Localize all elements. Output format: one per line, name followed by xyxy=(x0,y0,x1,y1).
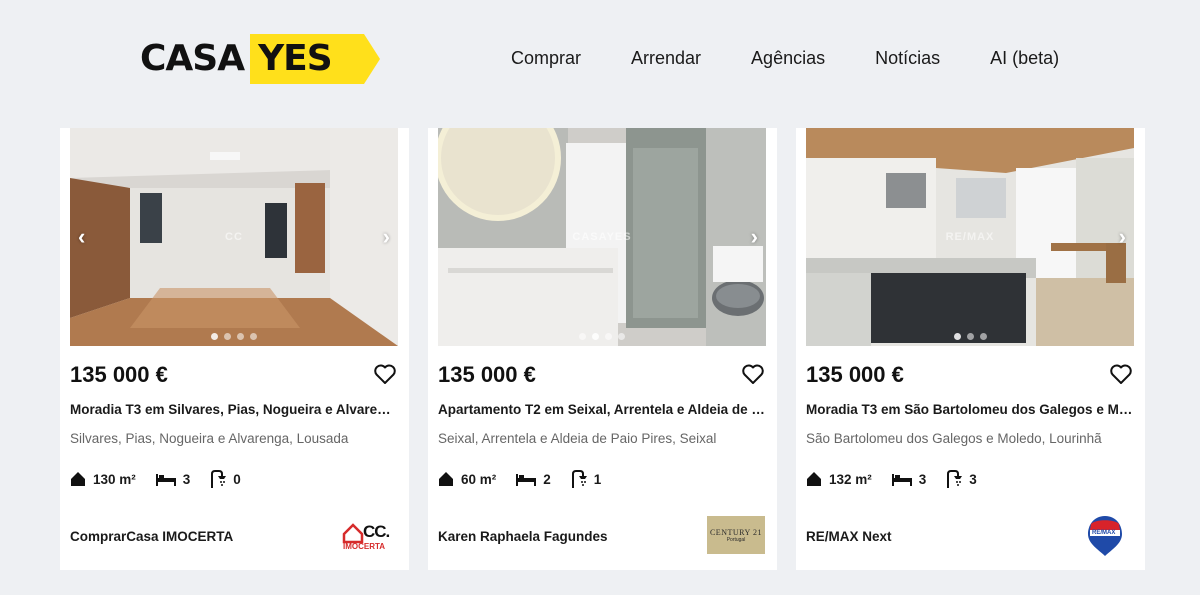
carousel-dot[interactable] xyxy=(592,333,599,340)
area-value: 132 m² xyxy=(829,471,872,487)
nav-noticias[interactable]: Notícias xyxy=(875,48,940,69)
listing-title[interactable]: Moradia T3 em São Bartolomeu dos Galegos… xyxy=(806,402,1134,417)
remax-balloon-icon xyxy=(1088,516,1122,556)
carousel-dot[interactable] xyxy=(618,333,625,340)
nav-arrendar[interactable]: Arrendar xyxy=(631,48,701,69)
listing-features: 130 m² 3 0 xyxy=(70,470,261,488)
agency-logo-main: CC. xyxy=(363,522,390,541)
feature-bathrooms: 1 xyxy=(571,470,602,488)
nav-comprar[interactable]: Comprar xyxy=(511,48,581,69)
chevron-left-icon[interactable]: ‹ xyxy=(78,224,85,250)
heart-icon[interactable] xyxy=(373,362,397,386)
carousel-dot[interactable] xyxy=(605,333,612,340)
agency-logo-imocerta[interactable]: CC. IMOCERTA xyxy=(341,516,397,551)
listing-price: 135 000 € xyxy=(70,362,168,387)
bedrooms-value: 3 xyxy=(918,471,927,487)
listing-title[interactable]: Moradia T3 em Silvares, Pias, Nogueira e… xyxy=(70,402,398,417)
listing-price: 135 000 € xyxy=(806,362,904,387)
feature-bedrooms: 2 xyxy=(516,472,551,487)
agency-logo-sub: IMOCERTA xyxy=(343,542,386,551)
agency-logo-century21[interactable]: CENTURY 21 Portugal xyxy=(707,516,765,554)
feature-bedrooms: 3 xyxy=(155,471,191,487)
listing-cards: CC ‹ › 135 000 € Moradia T3 em Silvares,… xyxy=(60,128,1145,570)
bathrooms-value: 3 xyxy=(969,471,977,487)
listing-features: 60 m² 2 1 xyxy=(438,470,621,488)
agency-logo-sub: Portugal xyxy=(726,536,746,543)
feature-area: 132 m² xyxy=(806,471,872,487)
listing-photo[interactable]: RE/MAX › xyxy=(806,128,1134,346)
listing-card[interactable]: RE/MAX › 135 000 € Moradia T3 em São Bar… xyxy=(796,128,1145,570)
house-area-icon xyxy=(807,472,821,486)
carousel-dot[interactable] xyxy=(953,333,961,340)
agent-name[interactable]: RE/MAX Next xyxy=(806,529,892,544)
chevron-right-icon[interactable]: › xyxy=(1119,224,1126,250)
agency-logo-main: RE/MAX xyxy=(1092,530,1116,536)
casayes-logo[interactable]: CASA YES xyxy=(140,34,381,84)
feature-bathrooms: 3 xyxy=(946,470,977,488)
house-area-icon xyxy=(71,472,85,486)
carousel-dots xyxy=(806,333,1134,340)
listing-price: 135 000 € xyxy=(438,362,536,387)
bed-icon xyxy=(155,474,176,486)
listing-card[interactable]: CC ‹ › 135 000 € Moradia T3 em Silvares,… xyxy=(60,128,409,570)
listing-location: Silvares, Pias, Nogueira e Alvarenga, Lo… xyxy=(70,431,349,446)
listing-photo[interactable]: CASAYES › xyxy=(438,128,766,346)
area-value: 60 m² xyxy=(461,471,497,487)
shower-icon xyxy=(947,470,963,488)
listing-features: 132 m² 3 3 xyxy=(806,470,997,488)
shower-icon xyxy=(211,470,227,488)
shower-icon xyxy=(571,470,587,488)
chevron-right-icon[interactable]: › xyxy=(383,224,390,250)
main-nav: Comprar Arrendar Agências Notícias AI (b… xyxy=(511,48,1109,69)
carousel-dots xyxy=(70,333,398,340)
heart-icon[interactable] xyxy=(741,362,765,386)
watermark-logo: CC xyxy=(225,231,243,243)
carousel-dot[interactable] xyxy=(966,333,974,340)
feature-bedrooms: 3 xyxy=(891,471,927,487)
heart-icon[interactable] xyxy=(1109,362,1133,386)
feature-bathrooms: 0 xyxy=(210,470,241,488)
listing-card[interactable]: CASAYES › 135 000 € Apartamento T2 em Se… xyxy=(428,128,777,570)
site-header: CASA YES Comprar Arrendar Agências Notíc… xyxy=(0,0,1200,120)
bed-icon xyxy=(891,474,912,486)
bed-icon xyxy=(516,474,537,486)
carousel-dot[interactable] xyxy=(224,333,231,340)
chevron-right-icon[interactable]: › xyxy=(751,224,758,250)
nav-ai-beta[interactable]: AI (beta) xyxy=(990,48,1059,69)
bedrooms-value: 2 xyxy=(543,471,551,487)
bathrooms-value: 1 xyxy=(593,471,602,487)
carousel-dot[interactable] xyxy=(237,333,244,340)
feature-area: 60 m² xyxy=(438,471,496,487)
logo-casa-text: CASA xyxy=(140,38,245,79)
feature-area: 130 m² xyxy=(70,471,136,487)
agent-name[interactable]: Karen Raphaela Fagundes xyxy=(438,529,608,544)
carousel-dot[interactable] xyxy=(579,333,586,340)
listing-title[interactable]: Apartamento T2 em Seixal, Arrentela e Al… xyxy=(438,402,766,417)
watermark-logo: RE/MAX xyxy=(945,231,995,243)
watermark-logo: CASAYES xyxy=(572,231,632,243)
carousel-dot[interactable] xyxy=(211,333,218,340)
bedrooms-value: 3 xyxy=(182,471,191,487)
agent-name[interactable]: ComprarCasa IMOCERTA xyxy=(70,529,233,544)
carousel-dot[interactable] xyxy=(979,333,987,340)
agency-logo-remax[interactable]: RE/MAX xyxy=(1085,514,1125,558)
agency-logo-main: CENTURY 21 xyxy=(709,527,763,537)
listing-location: Seixal, Arrentela e Aldeia de Paio Pires… xyxy=(438,431,717,446)
area-value: 130 m² xyxy=(93,471,136,487)
logo-yes-text: YES xyxy=(258,38,333,79)
house-area-icon xyxy=(439,472,453,486)
bathrooms-value: 0 xyxy=(233,471,241,487)
nav-agencias[interactable]: Agências xyxy=(751,48,825,69)
logo-yes-badge: YES xyxy=(250,34,381,84)
carousel-dots xyxy=(438,333,766,340)
listing-location: São Bartolomeu dos Galegos e Moledo, Lou… xyxy=(806,431,1102,446)
carousel-dot[interactable] xyxy=(250,333,257,340)
listing-photo[interactable]: CC ‹ › xyxy=(70,128,398,346)
